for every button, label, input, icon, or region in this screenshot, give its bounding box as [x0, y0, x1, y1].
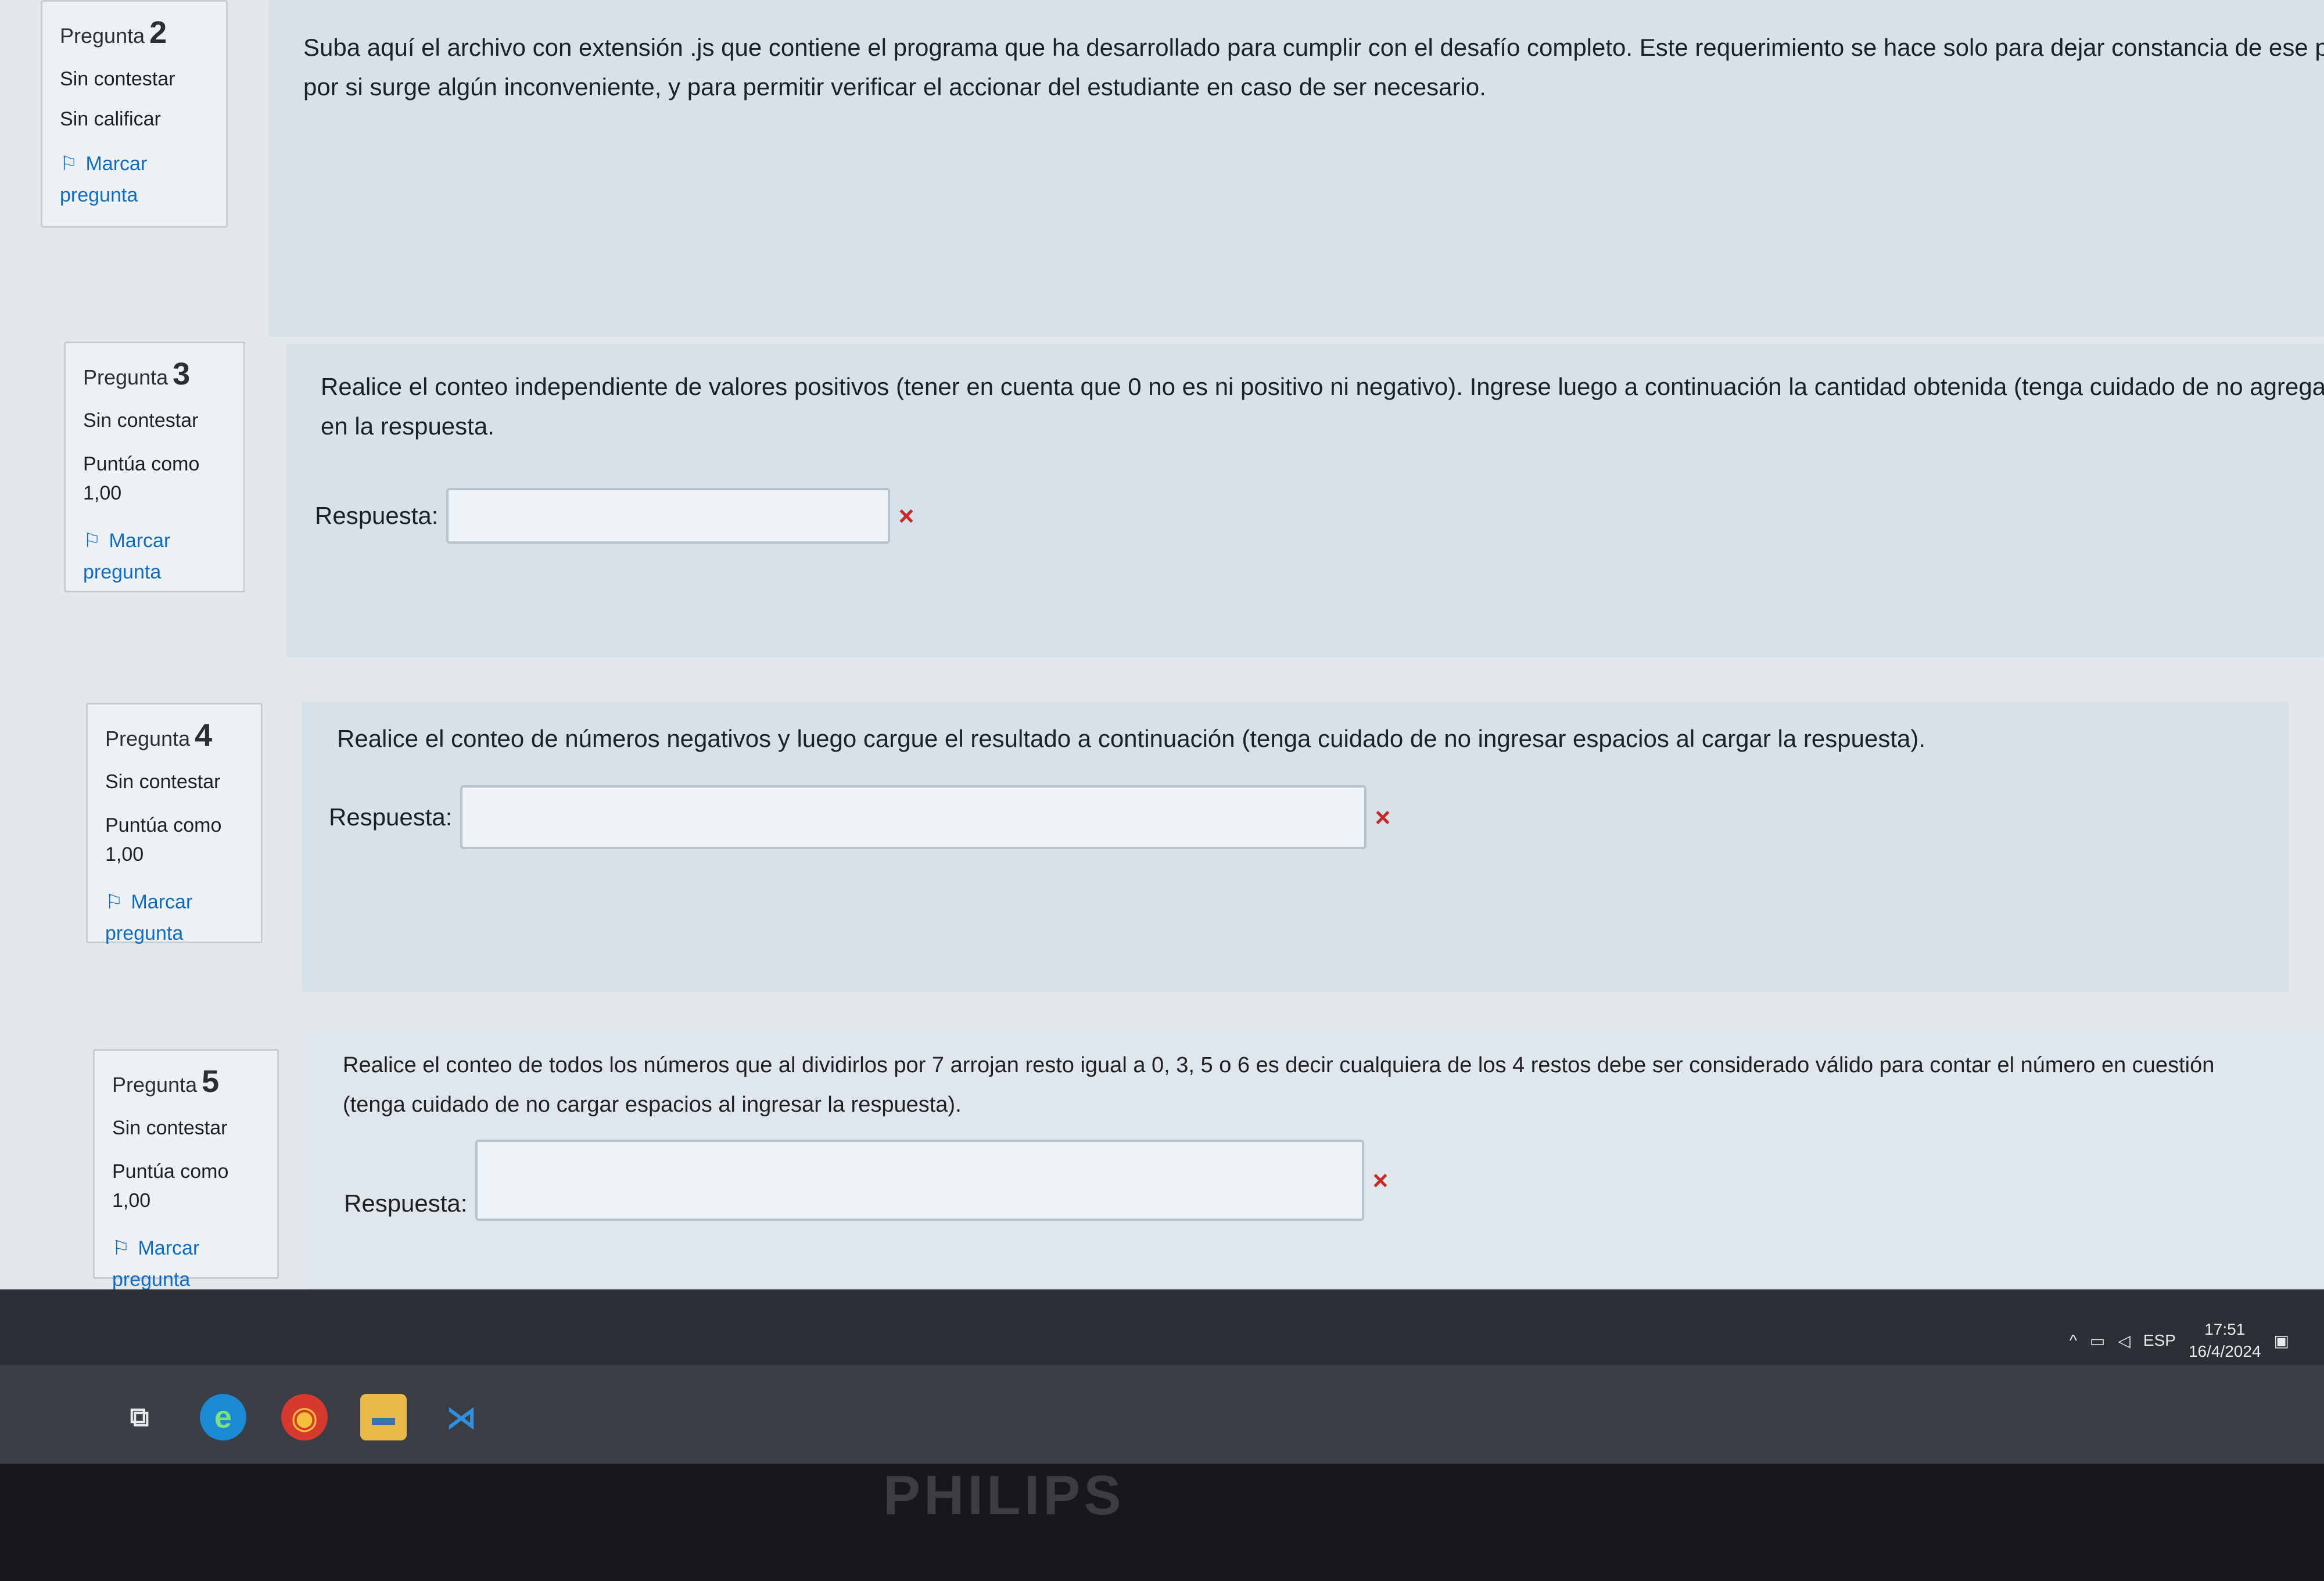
- question-state: Sin contestar: [60, 68, 175, 90]
- clock[interactable]: 17:51 16/4/2024: [2189, 1318, 2261, 1363]
- question-state: Sin contestar: [83, 409, 199, 432]
- flag-question-link[interactable]: ⚐ Marcar pregunta: [83, 525, 231, 588]
- question-grade: Puntúa como 1,00: [105, 814, 222, 865]
- flag-icon: ⚐: [105, 891, 123, 913]
- question-info-3: Pregunta 3 Sin contestar Puntúa como 1,00 …: [64, 342, 245, 592]
- volume-icon[interactable]: ◁: [2118, 1331, 2131, 1350]
- answer-row-4: Respuesta: ×: [329, 785, 1390, 849]
- flag-question-link[interactable]: ⚐ Marcar pregunta: [112, 1233, 264, 1295]
- notification-icon[interactable]: ▣: [2274, 1331, 2289, 1350]
- flag-icon: ⚐: [60, 153, 78, 175]
- flag-question-link[interactable]: ⚐ Marcar pregunta: [105, 886, 248, 949]
- incorrect-icon: ×: [898, 501, 914, 531]
- question-content-2: Suba aquí el archivo con extensión .js q…: [268, 0, 2324, 337]
- answer-row-3: Respuesta: ×: [315, 488, 914, 544]
- tray-bar: [0, 1289, 2324, 1365]
- question-label: Pregunta 4: [105, 718, 213, 753]
- edge-icon[interactable]: e: [200, 1394, 246, 1440]
- monitor-brand: PHILIPS: [883, 1464, 1125, 1526]
- file-explorer-icon[interactable]: ▬: [360, 1394, 407, 1440]
- answer-label: Respuesta:: [344, 1190, 468, 1217]
- answer-input[interactable]: [446, 488, 891, 544]
- flag-question-link[interactable]: ⚐ Marcar pregunta: [60, 148, 213, 211]
- chevron-up-icon[interactable]: ^: [2070, 1331, 2077, 1350]
- question-label: Pregunta 2: [60, 15, 167, 50]
- question-grade: Puntúa como 1,00: [83, 453, 200, 504]
- question-grade: Puntúa como 1,00: [112, 1160, 229, 1212]
- answer-input[interactable]: [460, 785, 1367, 849]
- flag-icon: ⚐: [83, 530, 101, 552]
- system-tray: ^ ▭ ◁ ESP 17:51 16/4/2024 ▣: [2070, 1318, 2289, 1363]
- network-icon[interactable]: ▭: [2090, 1331, 2105, 1350]
- incorrect-icon: ×: [1372, 1165, 1389, 1195]
- incorrect-icon: ×: [1375, 802, 1391, 832]
- monitor-bezel: [0, 1464, 2324, 1581]
- input-language[interactable]: ESP: [2143, 1331, 2176, 1350]
- question-info-2: Pregunta 2 Sin contestar Sin calificar ⚐ M…: [41, 0, 228, 228]
- question-state: Sin contestar: [105, 771, 221, 793]
- question-state: Sin contestar: [112, 1117, 228, 1139]
- chrome-icon[interactable]: ◉: [281, 1394, 328, 1440]
- question-label: Pregunta 3: [83, 357, 191, 391]
- question-text: Realice el conteo de números negativos y…: [337, 725, 1926, 752]
- question-grade: Sin calificar: [60, 108, 161, 130]
- question-info-4: Pregunta 4 Sin contestar Puntúa como 1,00 …: [86, 703, 263, 944]
- answer-row-5: Respuesta: ×: [344, 1140, 1388, 1221]
- question-text: Realice el conteo de todos los números q…: [343, 1053, 2215, 1117]
- task-view-icon[interactable]: ⧉: [116, 1394, 163, 1440]
- question-info-5: Pregunta 5 Sin contestar Puntúa como 1,00 …: [93, 1049, 279, 1291]
- taskbar: [0, 1365, 2324, 1464]
- question-label: Pregunta 5: [112, 1064, 220, 1099]
- question-text: Realice el conteo independiente de valor…: [321, 373, 2324, 440]
- flag-icon: ⚐: [112, 1237, 130, 1259]
- vscode-icon[interactable]: ⋊: [438, 1394, 485, 1440]
- answer-label: Respuesta:: [315, 502, 439, 529]
- answer-input[interactable]: [475, 1140, 1365, 1221]
- question-text: Suba aquí el archivo con extensión .js q…: [303, 34, 2324, 100]
- answer-label: Respuesta:: [329, 803, 453, 831]
